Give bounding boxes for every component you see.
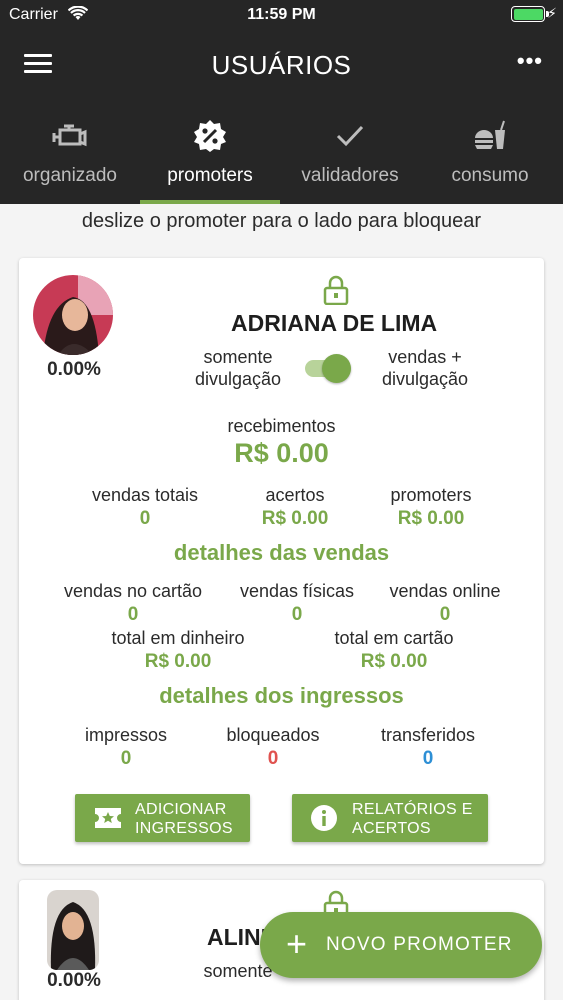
avatar xyxy=(33,275,113,355)
tab-bar: organizado promoters validadores consumo xyxy=(0,102,563,204)
charging-icon: ⚡ xyxy=(547,5,557,21)
sales-value: 0 xyxy=(291,604,303,625)
promoter-percentage: 0.00% xyxy=(47,359,101,380)
reports-button[interactable]: RELATÓRIOS E ACERTOS xyxy=(292,794,488,842)
receipts-label: recebimentos xyxy=(227,416,336,436)
lock-icon[interactable] xyxy=(323,275,349,306)
tab-validadores[interactable]: validadores xyxy=(280,102,420,204)
tickets-value: 0 xyxy=(120,748,132,769)
tab-consumo[interactable]: consumo xyxy=(420,102,560,204)
tab-promoters[interactable]: promoters xyxy=(140,102,280,204)
tickets-label: transferidos xyxy=(380,725,476,745)
summary-label: vendas totais xyxy=(91,485,199,505)
summary-value: R$ 0.00 xyxy=(397,508,465,529)
receipts-value: R$ 0.00 xyxy=(234,438,329,468)
add-tickets-button[interactable]: ADICIONAR INGRESSOS xyxy=(75,794,250,842)
total-value: R$ 0.00 xyxy=(144,651,212,672)
tab-organizadores[interactable]: organizado xyxy=(0,102,140,204)
plus-icon: + xyxy=(286,923,308,964)
tickets-value: 0 xyxy=(267,748,279,769)
mode-label-vendas: vendas + divulgação xyxy=(381,347,469,389)
summary-label: promoters xyxy=(390,485,472,505)
avatar xyxy=(47,890,99,970)
promoter-card[interactable]: 0.00% ADRIANA DE LIMA somente divulgação… xyxy=(19,258,544,864)
swipe-hint: deslize o promoter para o lado para bloq… xyxy=(81,210,482,232)
promoter-percentage: 0.00% xyxy=(47,970,101,991)
sales-label: vendas físicas xyxy=(239,581,355,601)
status-bar: Carrier 11:59 PM ⚡ xyxy=(0,0,563,30)
tickets-details-title: detalhes dos ingressos xyxy=(159,683,404,708)
sales-label: vendas online xyxy=(389,581,501,601)
engine-icon xyxy=(0,118,140,154)
sales-value: 0 xyxy=(127,604,139,625)
tickets-value: 0 xyxy=(422,748,434,769)
total-value: R$ 0.00 xyxy=(360,651,428,672)
sales-label: vendas no cartão xyxy=(63,581,203,601)
reports-label: RELATÓRIOS E ACERTOS xyxy=(352,801,473,837)
tickets-label: bloqueados xyxy=(226,725,320,745)
sales-mode-toggle[interactable] xyxy=(303,351,355,385)
new-promoter-button[interactable]: + NOVO PROMOTER xyxy=(260,912,542,978)
tab-label: consumo xyxy=(451,165,529,186)
add-tickets-label: ADICIONAR INGRESSOS xyxy=(135,801,233,837)
sales-details-title: detalhes das vendas xyxy=(173,540,390,565)
tab-label: promoters xyxy=(167,165,253,186)
page-title: USUÁRIOS xyxy=(211,50,352,80)
sales-value: 0 xyxy=(439,604,451,625)
percent-badge-icon xyxy=(140,118,280,154)
summary-value: 0 xyxy=(139,508,151,529)
promoter-name: ADRIANA DE LIMA xyxy=(231,310,438,336)
checkmark-icon xyxy=(280,118,420,154)
tab-label: validadores xyxy=(301,165,399,186)
info-icon xyxy=(310,804,340,832)
tickets-label: impressos xyxy=(84,725,168,745)
nav-bar: USUÁRIOS ••• xyxy=(0,30,563,102)
new-promoter-label: NOVO PROMOTER xyxy=(326,934,513,955)
clock: 11:59 PM xyxy=(247,6,316,23)
battery-icon xyxy=(511,6,549,22)
total-label: total em cartão xyxy=(334,628,454,648)
more-options-icon[interactable]: ••• xyxy=(517,48,543,74)
total-label: total em dinheiro xyxy=(111,628,245,648)
food-drink-icon xyxy=(420,118,560,154)
mode-label-divulgacao: somente divulgação xyxy=(194,347,282,389)
active-tab-indicator xyxy=(140,200,280,204)
tab-label: organizado xyxy=(22,165,118,186)
ticket-icon xyxy=(93,804,123,832)
